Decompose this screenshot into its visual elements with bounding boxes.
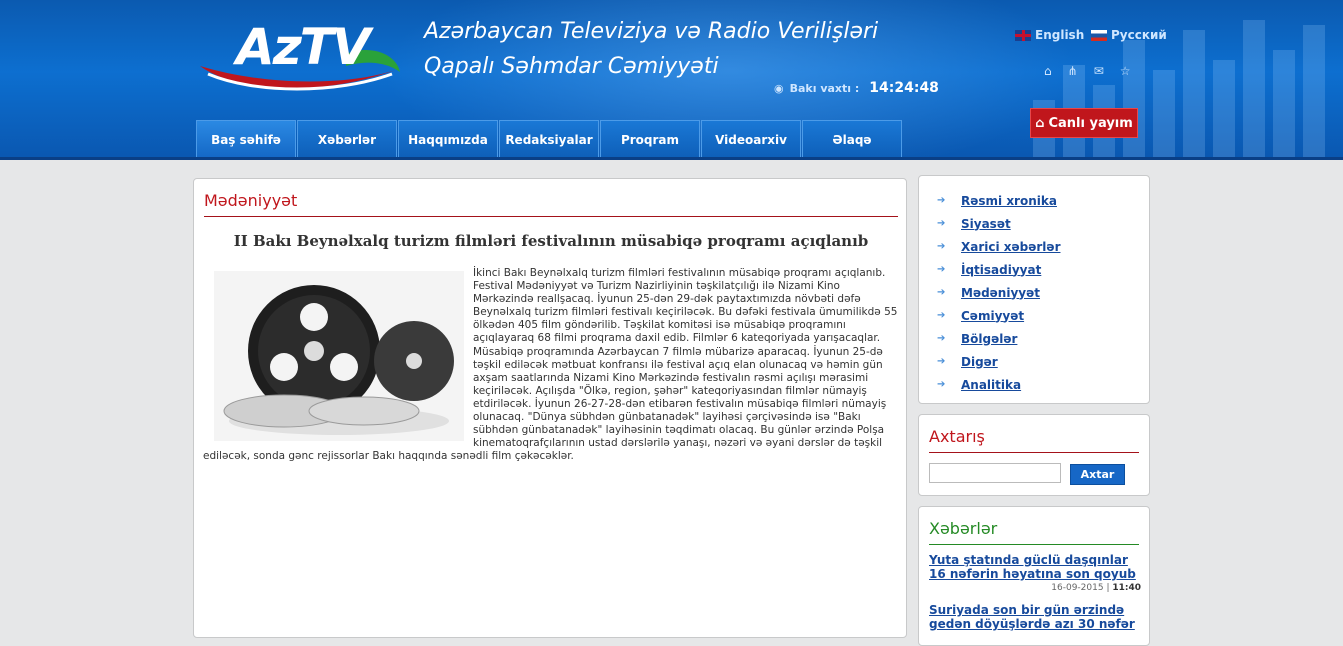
mail-icon[interactable]: ✉ (1094, 64, 1104, 78)
category-item[interactable]: ➔ Xarici xəbərlər (937, 235, 1149, 258)
news-item-date: 16-09-2015 (1051, 583, 1104, 593)
news-item[interactable]: Suriyada son bir gün ərzində gedən döyüş… (929, 603, 1141, 631)
category-item[interactable]: ➔ İqtisadiyyat (937, 258, 1149, 281)
tv-icon: ⌂ (1035, 115, 1045, 131)
category-item[interactable]: ➔ Siyasət (937, 212, 1149, 235)
logo-text: AzTV (236, 18, 371, 76)
clock-time: 14:24:48 (869, 80, 939, 96)
arrow-icon: ➔ (937, 310, 946, 321)
nav-video-archive[interactable]: Videoarxiv (701, 120, 801, 158)
clock-icon: ◉ (774, 81, 784, 95)
favorite-star-icon[interactable]: ☆ (1120, 64, 1131, 78)
home-icon[interactable]: ⌂ (1044, 64, 1052, 78)
site-title-line2: Qapalı Səhmdar Cəmiyyəti (424, 54, 719, 79)
uk-flag-icon (1015, 29, 1031, 41)
live-broadcast-button[interactable]: ⌂ Canlı yayım (1030, 108, 1138, 138)
arrow-icon: ➔ (937, 287, 946, 298)
nav-news[interactable]: Xəbərlər (297, 120, 397, 158)
category-item[interactable]: ➔ Cəmiyyət (937, 304, 1149, 327)
category-item[interactable]: ➔ Digər (937, 350, 1149, 373)
lang-russian-label: Русский (1111, 28, 1167, 42)
arrow-icon: ➔ (937, 195, 946, 206)
main-nav: Baş səhifə Xəbərlər Haqqımızda Redaksiya… (196, 120, 902, 158)
category-label: Digər (961, 354, 998, 369)
live-broadcast-label: Canlı yayım (1048, 115, 1133, 131)
category-label: Analitika (961, 377, 1022, 392)
category-label: Mədəniyyət (961, 285, 1040, 300)
category-item[interactable]: ➔ Bölgələr (937, 327, 1149, 350)
article-title: II Bakı Beynəlxalq turizm filmləri festi… (233, 232, 869, 250)
article-panel: Mədəniyyət II Bakı Beynəlxalq turizm fil… (193, 178, 907, 638)
nav-contact[interactable]: Əlaqə (802, 120, 902, 158)
sitemap-icon[interactable]: ⋔ (1068, 64, 1078, 78)
nav-program[interactable]: Proqram (600, 120, 700, 158)
search-title: Axtarış (929, 427, 1139, 453)
arrow-icon: ➔ (937, 379, 946, 390)
nav-home[interactable]: Baş səhifə (196, 120, 296, 158)
news-item-title[interactable]: Suriyada son bir gün ərzində gedən döyüş… (929, 603, 1141, 631)
clock-label: Bakı vaxtı : (789, 81, 860, 95)
site-title-line1: Azərbaycan Televiziya və Radio Verilişlə… (424, 19, 879, 44)
category-label: İqtisadiyyat (961, 262, 1042, 277)
category-label: Rəsmi xronika (961, 193, 1057, 208)
article-body: İkinci Bakı Beynəlxalq turizm filmləri f… (203, 267, 901, 463)
category-item[interactable]: ➔ Mədəniyyət (937, 281, 1149, 304)
aztv-logo[interactable]: AzTV (196, 14, 406, 102)
nav-about[interactable]: Haqqımızda (398, 120, 498, 158)
ru-flag-icon (1091, 29, 1107, 41)
site-header: AzTV Azərbaycan Televiziya və Radio Veri… (0, 0, 1343, 160)
lang-russian[interactable]: Русский (1091, 28, 1167, 42)
news-item-title[interactable]: Yuta ştatında güclü daşqınlar 16 nəfərin… (929, 553, 1141, 581)
news-item-meta: 16-09-2015 | 11:40 (1051, 583, 1141, 593)
site-title: Azərbaycan Televiziya və Radio Verilişlə… (424, 14, 878, 84)
image-spacer (203, 267, 473, 441)
arrow-icon: ➔ (937, 241, 946, 252)
lang-english-label: English (1035, 28, 1085, 42)
news-item[interactable]: Yuta ştatında güclü daşqınlar 16 nəfərin… (929, 553, 1141, 593)
section-title: Mədəniyyət (204, 191, 898, 217)
category-item[interactable]: ➔ Analitika (937, 373, 1149, 396)
news-panel: Xəbərlər Yuta ştatında güclü daşqınlar 1… (918, 506, 1150, 646)
arrow-icon: ➔ (937, 356, 946, 367)
search-panel: Axtarış Axtar (918, 414, 1150, 496)
news-item-time: 11:40 (1112, 583, 1141, 593)
arrow-icon: ➔ (937, 333, 946, 344)
lang-english[interactable]: English (1015, 28, 1084, 42)
category-item[interactable]: ➔ Rəsmi xronika (937, 189, 1149, 212)
search-input[interactable] (929, 463, 1061, 483)
category-label: Cəmiyyət (961, 308, 1025, 323)
arrow-icon: ➔ (937, 218, 946, 229)
category-label: Siyasət (961, 216, 1011, 231)
nav-editorial[interactable]: Redaksiyalar (499, 120, 599, 158)
category-label: Bölgələr (961, 331, 1018, 346)
news-title: Xəbərlər (929, 519, 1139, 545)
header-icons: ⌂ ⋔ ✉ ☆ (1044, 64, 1131, 78)
category-panel: ➔ Rəsmi xronika ➔ Siyasət ➔ Xarici xəbərlər… (918, 175, 1150, 404)
search-button[interactable]: Axtar (1070, 464, 1125, 485)
arrow-icon: ➔ (937, 264, 946, 275)
category-label: Xarici xəbərlər (961, 239, 1061, 254)
baku-clock: ◉ Bakı vaxtı : 14:24:48 (774, 80, 939, 96)
